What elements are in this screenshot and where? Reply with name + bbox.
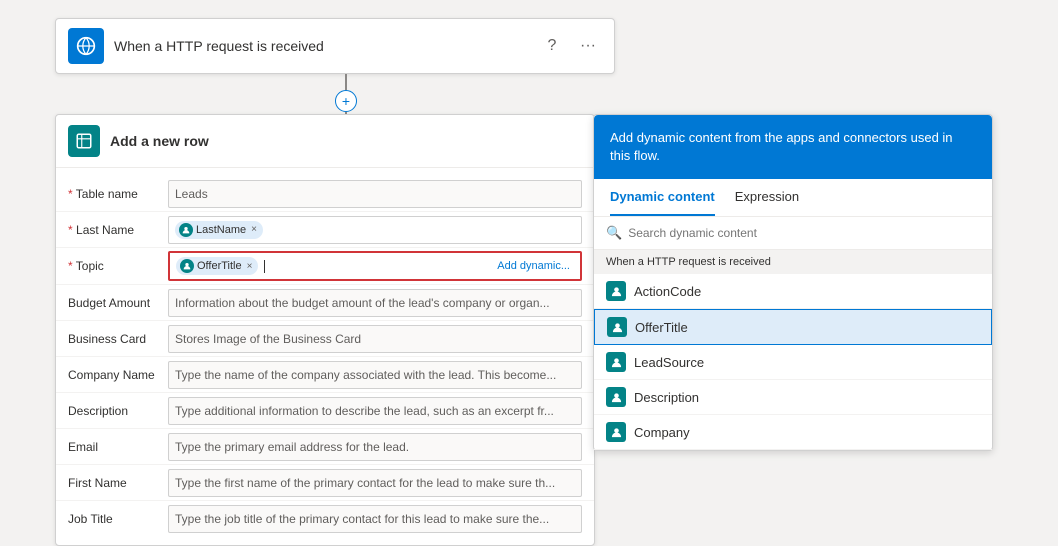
field-row-email: Email Type the primary email address for… (56, 429, 594, 465)
offertitle-label: OfferTitle (635, 320, 688, 335)
trigger-title: When a HTTP request is received (114, 38, 538, 54)
field-label-last-name: Last Name (68, 223, 168, 237)
cursor (264, 260, 265, 273)
card-title: Add a new row (110, 133, 209, 149)
section-label: When a HTTP request is received (594, 250, 992, 274)
tag-lastname-label: LastName (196, 224, 246, 236)
tag-offertitle: OfferTitle × (176, 257, 258, 275)
job-title-value: Type the job title of the primary contac… (175, 512, 549, 526)
table-name-value: Leads (175, 187, 208, 201)
trigger-icon (68, 28, 104, 64)
budget-value: Information about the budget amount of t… (175, 296, 550, 310)
field-label-table-name: Table name (68, 187, 168, 201)
panel-tabs: Dynamic content Expression (594, 179, 992, 217)
tab-expression[interactable]: Expression (735, 179, 799, 216)
tag-lastname-close[interactable]: × (251, 224, 257, 235)
search-input[interactable] (628, 226, 980, 240)
leadsource-label: LeadSource (634, 355, 704, 370)
tag-lastname: LastName × (175, 221, 263, 239)
field-label-business-card: Business Card (68, 332, 168, 346)
connector-line-top (345, 74, 347, 90)
email-value: Type the primary email address for the l… (175, 440, 409, 454)
tag-lastname-icon (179, 223, 193, 237)
field-value-budget[interactable]: Information about the budget amount of t… (168, 289, 582, 317)
field-value-job-title[interactable]: Type the job title of the primary contac… (168, 505, 582, 533)
dynamic-item-actioncode[interactable]: ActionCode (594, 274, 992, 309)
panel-header-text: Add dynamic content from the apps and co… (610, 129, 976, 165)
field-row-business-card: Business Card Stores Image of the Busine… (56, 321, 594, 357)
dynamic-item-description[interactable]: Description (594, 380, 992, 415)
search-icon: 🔍 (606, 225, 622, 241)
search-area: 🔍 (594, 217, 992, 250)
tab-dynamic-content[interactable]: Dynamic content (610, 179, 715, 216)
business-card-value: Stores Image of the Business Card (175, 332, 361, 346)
field-row-table-name: Table name Leads (56, 176, 594, 212)
field-value-table-name[interactable]: Leads (168, 180, 582, 208)
company-icon (606, 422, 626, 442)
http-trigger-card: When a HTTP request is received ? ··· (55, 18, 615, 74)
field-label-first-name: First Name (68, 476, 168, 490)
field-label-email: Email (68, 440, 168, 454)
field-value-business-card[interactable]: Stores Image of the Business Card (168, 325, 582, 353)
card-header: Add a new row (56, 115, 594, 168)
field-value-description[interactable]: Type additional information to describe … (168, 397, 582, 425)
actioncode-label: ActionCode (634, 284, 701, 299)
trigger-more-button[interactable]: ··· (574, 32, 602, 60)
field-value-last-name[interactable]: LastName × (168, 216, 582, 244)
dynamic-item-leadsource[interactable]: LeadSource (594, 345, 992, 380)
field-row-first-name: First Name Type the first name of the pr… (56, 465, 594, 501)
field-label-description: Description (68, 404, 168, 418)
company-label: Company (634, 425, 690, 440)
description-label: Description (634, 390, 699, 405)
add-dynamic-link[interactable]: Add dynamic... (497, 260, 574, 272)
field-value-first-name[interactable]: Type the first name of the primary conta… (168, 469, 582, 497)
card-icon (68, 125, 100, 157)
dynamic-content-panel: Add dynamic content from the apps and co… (593, 114, 993, 451)
description-icon (606, 387, 626, 407)
trigger-help-button[interactable]: ? (538, 32, 566, 60)
field-row-description: Description Type additional information … (56, 393, 594, 429)
field-row-topic: Topic OfferTitle × Add dynamic... (56, 248, 594, 285)
field-label-budget: Budget Amount (68, 296, 168, 310)
form-body: Table name Leads Last Name LastName × (56, 168, 594, 545)
dynamic-item-company[interactable]: Company (594, 415, 992, 450)
field-label-company: Company Name (68, 368, 168, 382)
panel-header: Add dynamic content from the apps and co… (594, 115, 992, 179)
tag-offertitle-icon (180, 259, 194, 273)
add-row-card: Add a new row Table name Leads Last Name (55, 114, 595, 546)
tag-offertitle-label: OfferTitle (197, 260, 242, 272)
add-step-button[interactable]: + (335, 90, 357, 112)
field-label-job-title: Job Title (68, 512, 168, 526)
field-value-company[interactable]: Type the name of the company associated … (168, 361, 582, 389)
field-row-budget: Budget Amount Information about the budg… (56, 285, 594, 321)
field-value-topic[interactable]: OfferTitle × Add dynamic... (168, 251, 582, 281)
dynamic-item-offertitle[interactable]: OfferTitle (594, 309, 992, 345)
field-row-last-name: Last Name LastName × (56, 212, 594, 248)
company-value: Type the name of the company associated … (175, 368, 556, 382)
first-name-value: Type the first name of the primary conta… (175, 476, 555, 490)
tag-offertitle-close[interactable]: × (247, 261, 253, 272)
actioncode-icon (606, 281, 626, 301)
description-value: Type additional information to describe … (175, 404, 554, 418)
field-row-company: Company Name Type the name of the compan… (56, 357, 594, 393)
leadsource-icon (606, 352, 626, 372)
field-row-job-title: Job Title Type the job title of the prim… (56, 501, 594, 537)
offertitle-icon (607, 317, 627, 337)
field-value-email[interactable]: Type the primary email address for the l… (168, 433, 582, 461)
field-label-topic: Topic (68, 259, 168, 273)
